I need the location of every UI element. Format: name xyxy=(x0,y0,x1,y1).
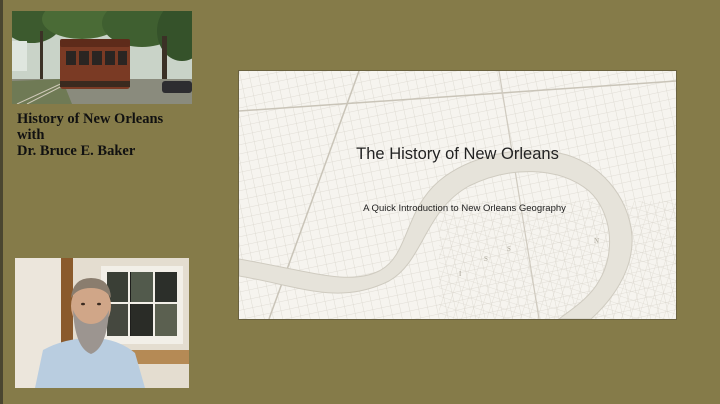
slide-title: The History of New Orleans xyxy=(356,145,559,163)
svg-text:S: S xyxy=(484,255,488,263)
streetcar-photo xyxy=(12,11,192,104)
new-orleans-map: I S S N xyxy=(239,71,676,319)
caption-line-2: with xyxy=(17,127,45,143)
slide-subtitle: A Quick Introduction to New Orleans Geog… xyxy=(363,203,566,214)
window-edge xyxy=(0,0,3,404)
presentation-slide: I S S N The History of New Orleans A Qui… xyxy=(239,71,676,319)
svg-text:S: S xyxy=(507,245,511,253)
caption-line-1: History of New Orleans xyxy=(17,111,164,127)
caption-line-3: Dr. Bruce E. Baker xyxy=(17,143,136,159)
video-caption: History of New Orleans with Dr. Bruce E.… xyxy=(17,111,217,159)
presenter-webcam xyxy=(15,258,189,388)
svg-text:N: N xyxy=(594,237,599,245)
